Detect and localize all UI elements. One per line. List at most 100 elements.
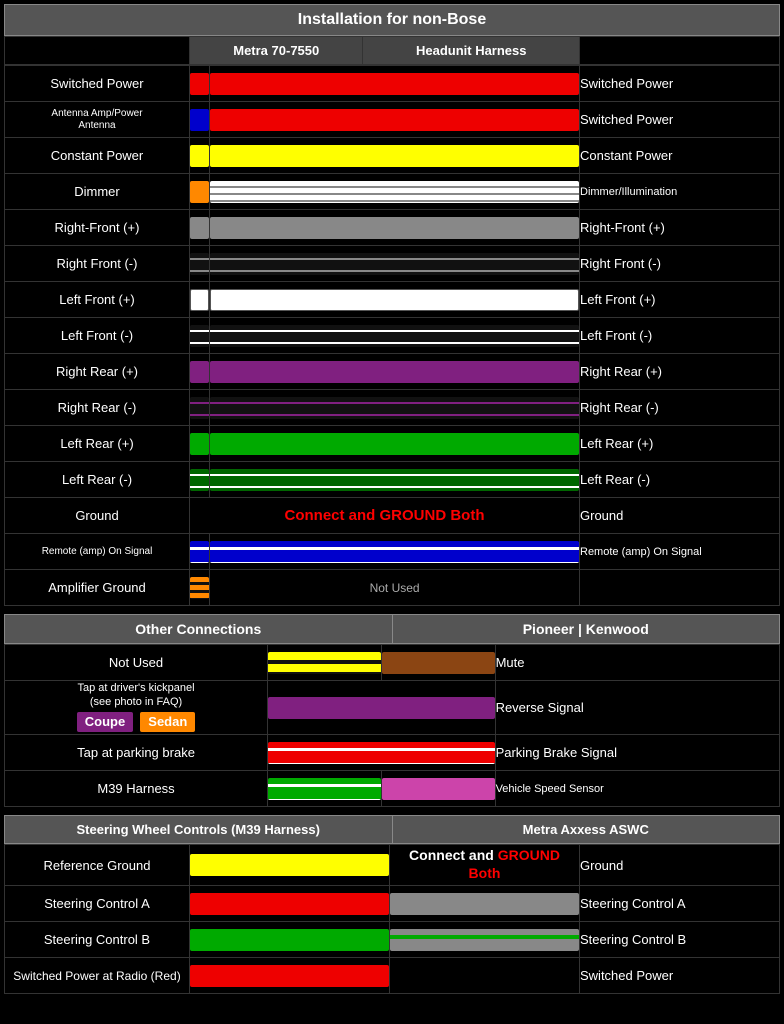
table-row: Switched Power at Radio (Red) Switched P… [5, 958, 780, 994]
wire-cell-metra [190, 354, 210, 390]
wire-cell-head [210, 138, 580, 174]
wire-cell-head [210, 390, 580, 426]
left-label: M39 Harness [5, 771, 268, 807]
connect-ground-text: Connect and GROUND Both [285, 507, 485, 524]
wire-cell-metra [190, 66, 210, 102]
left-label: Right Rear (+) [5, 354, 190, 390]
wire-cell-gray [390, 886, 580, 922]
wire-cell-yellow [190, 845, 390, 886]
left-label: Left Front (+) [5, 282, 190, 318]
table-row: Steering Control B Steering Control B [5, 922, 780, 958]
wire-cell-red2 [190, 958, 390, 994]
table-row: Antenna Amp/PowerAntenna Switched Power [5, 102, 780, 138]
wire-cell-head [210, 66, 580, 102]
wire-cell-metra [190, 174, 210, 210]
left-label: Constant Power [5, 138, 190, 174]
right-label: Reverse Signal [495, 681, 779, 735]
section1-header: Installation for non-Bose [4, 4, 780, 36]
table-row: Reference Ground Connect and GROUND Both… [5, 845, 780, 886]
right-label: Mute [495, 645, 779, 681]
wire-cell-metra [190, 138, 210, 174]
right-label: Switched Power [580, 958, 780, 994]
table-row: Dimmer Dimmer/Illumination [5, 174, 780, 210]
wire-cell-red [190, 886, 390, 922]
col-header-metra: Metra 70-7550 [190, 37, 363, 65]
wire-cell-metra [190, 210, 210, 246]
right-label: Switched Power [580, 102, 780, 138]
wire-cell-head [210, 462, 580, 498]
col-header-headunit: Headunit Harness [363, 37, 580, 65]
right-label: Remote (amp) On Signal [580, 534, 780, 570]
wire-cell-head [210, 246, 580, 282]
wire-cell-head [210, 174, 580, 210]
table-row: Left Rear (-) Left Rear (-) [5, 462, 780, 498]
section3-table: Reference Ground Connect and GROUND Both… [4, 844, 780, 994]
left-label: Ground [5, 498, 190, 534]
table-row: Switched Power Switched Power [5, 66, 780, 102]
wire-cell-head: Not Used [210, 570, 580, 606]
left-label: Right Front (-) [5, 246, 190, 282]
right-label: Steering Control B [580, 922, 780, 958]
table-row: Constant Power Constant Power [5, 138, 780, 174]
section1-table: Switched Power Switched Power Antenna Am… [4, 65, 780, 606]
section2-table: Not Used Mute Tap at driver's kickpanel(… [4, 644, 780, 807]
wire-cell-metra [190, 282, 210, 318]
wire-cell-kenwood [381, 645, 495, 681]
table-row: Left Front (+) Left Front (+) [5, 282, 780, 318]
section2-header: Other Connections [5, 615, 393, 644]
section3: Steering Wheel Controls (M39 Harness) Me… [4, 815, 780, 994]
left-label: Tap at driver's kickpanel(see photo in F… [5, 681, 268, 735]
left-label: Right-Front (+) [5, 210, 190, 246]
wire-cell-head [210, 102, 580, 138]
right-label: Left Front (-) [580, 318, 780, 354]
wire-cell-gray-green [390, 922, 580, 958]
wire-cell-head [210, 426, 580, 462]
wire-cell-head [210, 318, 580, 354]
left-label: Switched Power [5, 66, 190, 102]
table-row: Amplifier Ground Not Used [5, 570, 780, 606]
section3-header2: Metra Axxess ASWC [392, 816, 780, 844]
right-label: Right-Front (+) [580, 210, 780, 246]
table-row: Not Used Mute [5, 645, 780, 681]
wire-cell-head [210, 210, 580, 246]
left-label: Left Rear (+) [5, 426, 190, 462]
left-label: Remote (amp) On Signal [5, 534, 190, 570]
wire-cell-purple [268, 681, 496, 735]
section2-header2: Pioneer | Kenwood [392, 615, 780, 644]
table-row: Left Rear (+) Left Rear (+) [5, 426, 780, 462]
main-container: Installation for non-Bose Metra 70-7550 … [0, 0, 784, 1006]
section1: Installation for non-Bose Metra 70-7550 … [4, 4, 780, 606]
connect-text: Connect and [409, 847, 498, 863]
table-row: Remote (amp) On Signal Remote (amp) On S… [5, 534, 780, 570]
right-label: Left Rear (-) [580, 462, 780, 498]
left-label: Switched Power at Radio (Red) [5, 958, 190, 994]
right-label: Vehicle Speed Sensor [495, 771, 779, 807]
wire-cell-metra [190, 390, 210, 426]
right-label: Ground [580, 845, 780, 886]
right-label: Left Rear (+) [580, 426, 780, 462]
table-row: M39 Harness Vehicle Speed Sensor [5, 771, 780, 807]
wire-cell-pioneer [268, 771, 382, 807]
section3-header1: Steering Wheel Controls (M39 Harness) [5, 816, 393, 844]
left-label: Antenna Amp/PowerAntenna [5, 102, 190, 138]
left-label: Steering Control B [5, 922, 190, 958]
right-label: Right Rear (-) [580, 390, 780, 426]
left-label: Not Used [5, 645, 268, 681]
wire-cell-none [390, 958, 580, 994]
left-label: Tap at parking brake [5, 735, 268, 771]
coupe-badge: Coupe [77, 712, 133, 733]
wire-cell-metra [190, 462, 210, 498]
wire-cell-pioneer [268, 645, 382, 681]
sedan-badge: Sedan [140, 712, 195, 733]
right-label: Parking Brake Signal [495, 735, 779, 771]
left-label: Dimmer [5, 174, 190, 210]
table-row: Right-Front (+) Right-Front (+) [5, 210, 780, 246]
wire-cell-metra [190, 246, 210, 282]
right-label [580, 570, 780, 606]
right-label: Right Front (-) [580, 246, 780, 282]
table-row: Right Rear (+) Right Rear (+) [5, 354, 780, 390]
left-label: Right Rear (-) [5, 390, 190, 426]
section2: Other Connections Pioneer | Kenwood Not … [4, 614, 780, 807]
wire-cell-metra [190, 102, 210, 138]
left-label: Steering Control A [5, 886, 190, 922]
